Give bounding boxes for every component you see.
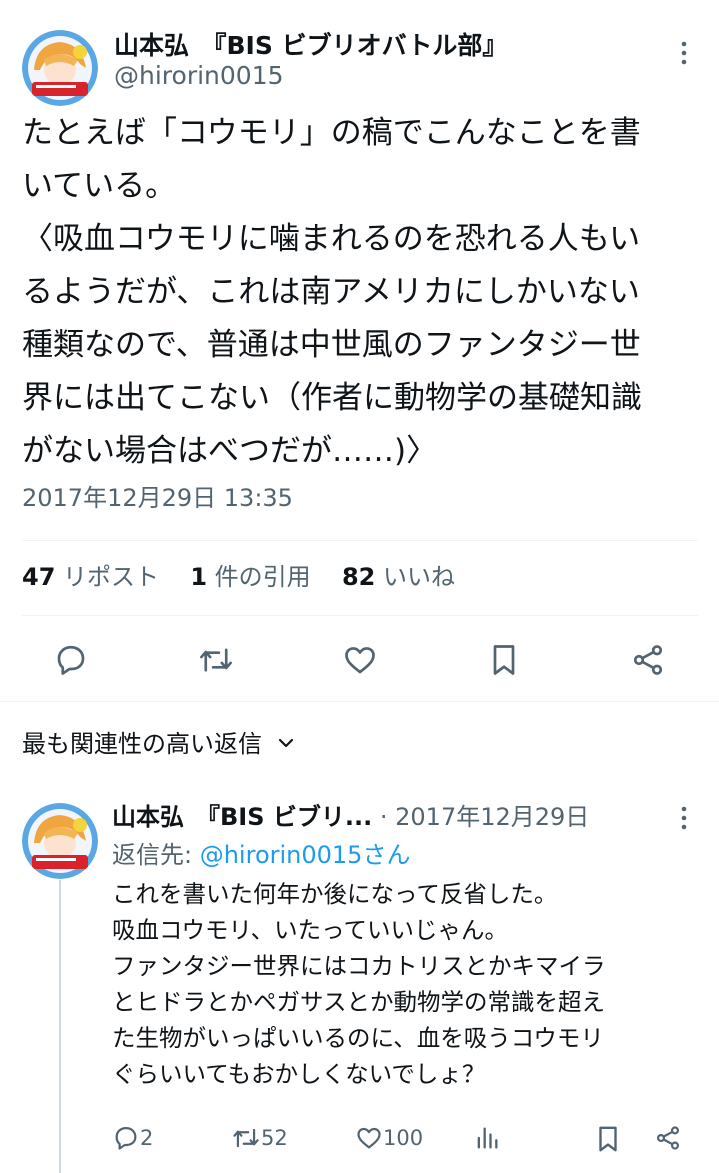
divider — [22, 615, 698, 616]
reply-sort-selector[interactable]: 最も関連性の高い返信 — [22, 728, 296, 761]
tweet-timestamp[interactable]: 2017年12月29日 13:35 — [22, 482, 293, 514]
reply-separator: · — [379, 803, 388, 831]
display-name[interactable]: 山本弘 『BIS ビブリオバトル部』 — [114, 30, 507, 62]
repost-icon[interactable] — [197, 642, 235, 678]
quotes-label: 件の引用 — [214, 563, 311, 591]
share-icon[interactable] — [630, 642, 666, 678]
reposts-count: 47 — [22, 563, 56, 591]
reply-count: 2 — [140, 1126, 154, 1150]
user-handle[interactable]: @hirorin0015 — [114, 60, 284, 92]
repost-icon — [231, 1124, 261, 1152]
quotes-stat[interactable]: 1 件の引用 — [190, 563, 310, 591]
reply-display-name[interactable]: 山本弘 『BIS ビブリ... — [112, 803, 372, 831]
like-icon[interactable] — [342, 642, 378, 678]
reply-text: これを書いた何年か後になって反省した。 吸血コウモリ、いたっていいじゃん。 ファ… — [112, 880, 606, 1088]
bookmark-icon[interactable] — [594, 1124, 622, 1154]
reply-like-action[interactable]: 100 — [355, 1124, 423, 1152]
reposts-label: リポスト — [63, 563, 160, 591]
reply-to-line: 返信先: @hirorin0015さん — [112, 839, 410, 871]
avatar[interactable] — [22, 30, 98, 106]
views-icon[interactable] — [473, 1124, 501, 1152]
reply-header: 山本弘 『BIS ビブリ... · 2017年12月29日 — [112, 801, 589, 833]
like-icon — [355, 1124, 383, 1152]
thread-line — [59, 880, 61, 1173]
reply-sort-label: 最も関連性の高い返信 — [22, 730, 262, 758]
repost-count: 52 — [261, 1126, 288, 1150]
divider — [0, 701, 719, 702]
more-options-icon[interactable] — [676, 40, 692, 70]
reply-reply-action[interactable]: 2 — [112, 1124, 153, 1152]
reply-repost-action[interactable]: 52 — [231, 1124, 288, 1152]
tweet-text: たとえば「コウモリ」の稿でこんなことを書 いている。 〈吸血コウモリに噛まれるの… — [22, 115, 642, 469]
reply-to-prefix: 返信先: — [112, 841, 200, 869]
share-icon[interactable] — [654, 1124, 682, 1152]
reply-to-handle[interactable]: @hirorin0015さん — [200, 841, 411, 869]
reply-icon — [112, 1124, 140, 1152]
tweet-stats: 47 リポスト 1 件の引用 82 いいね — [22, 561, 455, 593]
reply-icon[interactable] — [53, 642, 89, 678]
likes-label: いいね — [383, 563, 455, 591]
reply-date[interactable]: 2017年12月29日 — [395, 803, 589, 831]
quotes-count: 1 — [190, 563, 208, 591]
reply-more-options-icon[interactable] — [676, 805, 692, 835]
likes-stat[interactable]: 82 いいね — [342, 563, 455, 591]
chevron-down-icon — [276, 729, 296, 761]
like-count: 100 — [383, 1126, 424, 1150]
reposts-stat[interactable]: 47 リポスト — [22, 563, 159, 591]
reply-avatar[interactable] — [22, 803, 98, 879]
likes-count: 82 — [341, 563, 376, 591]
divider — [22, 540, 698, 541]
bookmark-icon[interactable] — [487, 642, 521, 678]
